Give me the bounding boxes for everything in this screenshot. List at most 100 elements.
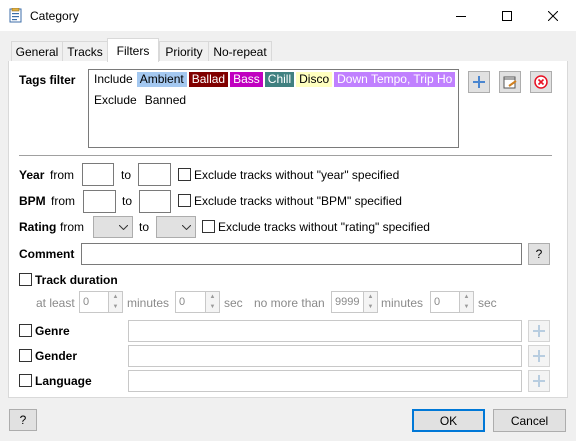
language-checkbox[interactable]: [19, 374, 32, 387]
no-more-than-label: no more than: [254, 296, 325, 310]
chevron-down-icon: [182, 224, 191, 230]
ok-label: OK: [439, 413, 458, 428]
close-icon: [548, 10, 558, 21]
rating-from-label: from: [60, 220, 84, 234]
tag-chip[interactable]: Ambient: [136, 72, 187, 87]
spin-up-icon: ▲: [209, 294, 216, 300]
max-minutes-input[interactable]: 9999: [331, 291, 364, 313]
max-minutes-spinner[interactable]: ▲ ▼: [364, 291, 378, 313]
year-from-input[interactable]: [82, 163, 114, 186]
tag-chip[interactable]: Chill: [264, 72, 295, 87]
spin-down-icon: ▼: [367, 304, 374, 310]
help-label: ?: [535, 247, 543, 261]
exclude-rating-label: Exclude tracks without "rating" specifie…: [218, 220, 430, 234]
separator: [19, 155, 552, 156]
close-button[interactable]: [530, 0, 576, 31]
genre-input[interactable]: [128, 320, 522, 342]
tab-priority[interactable]: Priority: [159, 41, 209, 61]
chevron-down-icon: [119, 224, 128, 230]
comment-input[interactable]: [81, 243, 522, 265]
exclude-year-checkbox[interactable]: [178, 168, 191, 181]
gender-checkbox[interactable]: [19, 349, 32, 362]
add-tag-button[interactable]: [468, 71, 490, 93]
gender-label: Gender: [35, 349, 78, 363]
bpm-to-input[interactable]: [139, 190, 171, 213]
tab-label: Filters: [116, 43, 150, 58]
language-input[interactable]: [128, 370, 522, 392]
maximize-button[interactable]: [484, 0, 530, 31]
tags-filter-label: Tags filter: [19, 73, 76, 87]
at-least-label: at least: [36, 296, 75, 310]
tab-no-repeat[interactable]: No-repeat: [208, 41, 272, 61]
tab-label: Priority: [165, 44, 203, 59]
help-button[interactable]: ?: [9, 409, 37, 431]
tags-filter-box[interactable]: Include Ambient Ballad Bass Chill Disco Down T…: [88, 69, 459, 148]
spin-up-icon: ▲: [367, 294, 374, 300]
min-minutes-input[interactable]: 0: [79, 291, 109, 313]
exclude-label: Exclude: [94, 93, 137, 107]
tab-filters[interactable]: Filters: [107, 38, 159, 62]
ok-button[interactable]: OK: [412, 409, 485, 432]
tag-chip[interactable]: Down Tempo, Trip Ho: [334, 72, 456, 87]
plus-icon: [533, 375, 545, 387]
min-seconds-spinner[interactable]: ▲ ▼: [206, 291, 220, 313]
year-to-input[interactable]: [138, 163, 171, 186]
spin-down-icon: ▼: [209, 304, 216, 310]
add-language-button[interactable]: [528, 370, 550, 392]
tag-chip[interactable]: Disco: [296, 72, 333, 87]
minimize-icon: [456, 15, 466, 17]
app-icon: [9, 7, 23, 23]
max-seconds-spinner[interactable]: ▲ ▼: [460, 291, 474, 313]
exclude-rating-checkbox[interactable]: [202, 220, 215, 233]
rating-label: Rating: [19, 220, 57, 234]
tag-chip[interactable]: Ballad: [188, 72, 229, 87]
remove-icon: [534, 75, 548, 89]
edit-tag-button[interactable]: [499, 71, 521, 93]
rating-to-label: to: [139, 220, 150, 234]
track-duration-label: Track duration: [35, 273, 118, 287]
genre-label: Genre: [35, 324, 70, 338]
min-minutes-spinner[interactable]: ▲ ▼: [109, 291, 123, 313]
help-label: ?: [19, 413, 27, 427]
maximize-icon: [502, 10, 512, 21]
exclude-bpm-checkbox[interactable]: [178, 194, 191, 207]
max-seconds-input[interactable]: 0: [430, 291, 460, 313]
bpm-label: BPM: [19, 194, 46, 208]
plus-icon: [533, 325, 545, 337]
comment-help-button[interactable]: ?: [528, 243, 550, 265]
rating-from-select[interactable]: [93, 216, 133, 238]
genre-checkbox[interactable]: [19, 324, 32, 337]
include-row: Include Ambient Ballad Bass Chill Disco Down T…: [94, 72, 456, 87]
track-duration-checkbox[interactable]: [19, 273, 32, 286]
exclude-bpm-label: Exclude tracks without "BPM" specified: [194, 194, 402, 208]
bpm-from-label: from: [51, 194, 75, 208]
window-title: Category: [30, 9, 79, 23]
tab-general[interactable]: General: [11, 41, 63, 61]
tab-label: General: [15, 44, 59, 59]
spin-up-icon: ▲: [112, 294, 119, 300]
plus-icon: [533, 350, 545, 362]
add-genre-button[interactable]: [528, 320, 550, 342]
tag-chip[interactable]: Banned: [145, 93, 186, 107]
cancel-button[interactable]: Cancel: [493, 409, 566, 432]
comment-label: Comment: [19, 247, 75, 261]
sec-label: sec: [478, 296, 497, 310]
include-label: Include: [94, 72, 133, 86]
spin-down-icon: ▼: [112, 304, 119, 310]
spin-down-icon: ▼: [463, 304, 470, 310]
min-seconds-input[interactable]: 0: [175, 291, 206, 313]
minutes-label: minutes: [127, 296, 170, 310]
gender-input[interactable]: [128, 345, 522, 367]
bpm-from-input[interactable]: [83, 190, 116, 213]
tag-chip[interactable]: Bass: [230, 72, 263, 87]
sec-label: sec: [224, 296, 243, 310]
add-gender-button[interactable]: [528, 345, 550, 367]
edit-icon: [503, 76, 517, 89]
rating-to-select[interactable]: [156, 216, 196, 238]
minimize-button[interactable]: [438, 0, 484, 31]
minutes-label: minutes: [381, 296, 424, 310]
tab-label: No-repeat: [213, 44, 267, 59]
remove-tag-button[interactable]: [530, 71, 552, 93]
tab-tracks[interactable]: Tracks: [62, 41, 108, 61]
year-from-label: from: [50, 168, 74, 182]
